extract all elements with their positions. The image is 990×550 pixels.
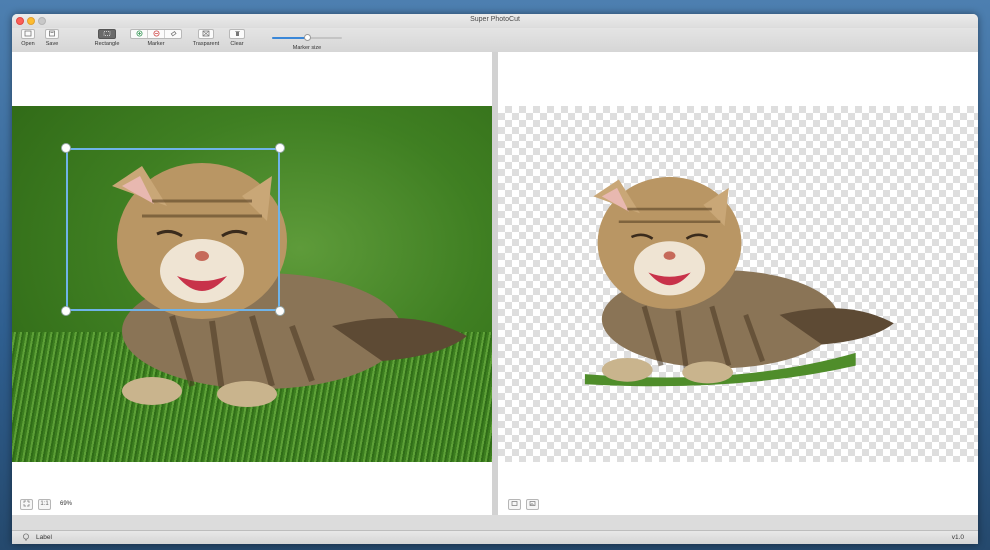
rectangle-icon[interactable] [98, 29, 116, 39]
transparent-icon[interactable] [198, 29, 214, 39]
selection-handle-top-right[interactable] [275, 143, 285, 153]
open-label: Open [21, 41, 35, 47]
result-export-button[interactable] [526, 499, 539, 510]
slider-knob[interactable] [303, 34, 311, 41]
clear-label: Clear [230, 41, 244, 47]
marker-add-icon[interactable] [131, 30, 148, 38]
save-icon[interactable] [45, 29, 59, 39]
open-tool[interactable]: Open [20, 29, 36, 47]
rectangle-label: Rectangle [94, 41, 120, 47]
source-image-pane[interactable]: 1:1 69% [12, 52, 492, 515]
frame-icon [511, 501, 518, 506]
result-image-pane[interactable] [498, 52, 978, 515]
marker-size-slider[interactable] [272, 33, 342, 43]
app-window: Super PhotoCut Open Save Rectangle Marke… [12, 14, 978, 544]
result-fit-button[interactable] [508, 499, 521, 510]
open-icon[interactable] [21, 29, 35, 39]
kitten-cutout-image [584, 176, 894, 387]
window-title: Super PhotoCut [470, 16, 520, 23]
image-icon [529, 501, 536, 506]
marker-label: Marker [147, 41, 165, 47]
save-label: Save [45, 41, 59, 47]
status-bar: Label v1.0 [12, 530, 978, 544]
transparent-tool[interactable]: Trasparent [192, 29, 220, 47]
version-label: v1.0 [951, 534, 964, 541]
transparent-label: Trasparent [192, 41, 220, 47]
status-label: Label [36, 534, 52, 541]
selection-rectangle[interactable] [66, 148, 280, 311]
slider-fill [272, 37, 307, 39]
marker-remove-icon[interactable] [148, 30, 165, 38]
lightbulb-icon [23, 533, 29, 541]
clear-tool[interactable]: Clear [226, 29, 248, 47]
rectangle-tool[interactable]: Rectangle [94, 29, 120, 47]
marker-tool-group: Marker [128, 29, 184, 47]
expand-icon [23, 500, 30, 507]
save-tool[interactable]: Save [44, 29, 60, 47]
marker-segmented-control[interactable] [130, 29, 182, 39]
toolbar: Open Save Rectangle Marker Trasparent Cl… [12, 28, 978, 53]
actual-size-button[interactable]: 1:1 [38, 499, 51, 510]
fit-to-window-button[interactable] [20, 499, 33, 510]
selection-handle-bottom-right[interactable] [275, 306, 285, 316]
title-bar: Super PhotoCut [12, 14, 978, 28]
eraser-icon[interactable] [165, 30, 181, 38]
transparency-checkerboard [498, 106, 978, 462]
trash-icon[interactable] [229, 29, 245, 39]
marker-size-label: Marker size [292, 45, 322, 51]
zoom-level: 69% [60, 501, 73, 507]
selection-handle-top-left[interactable] [61, 143, 71, 153]
selection-handle-bottom-left[interactable] [61, 306, 71, 316]
